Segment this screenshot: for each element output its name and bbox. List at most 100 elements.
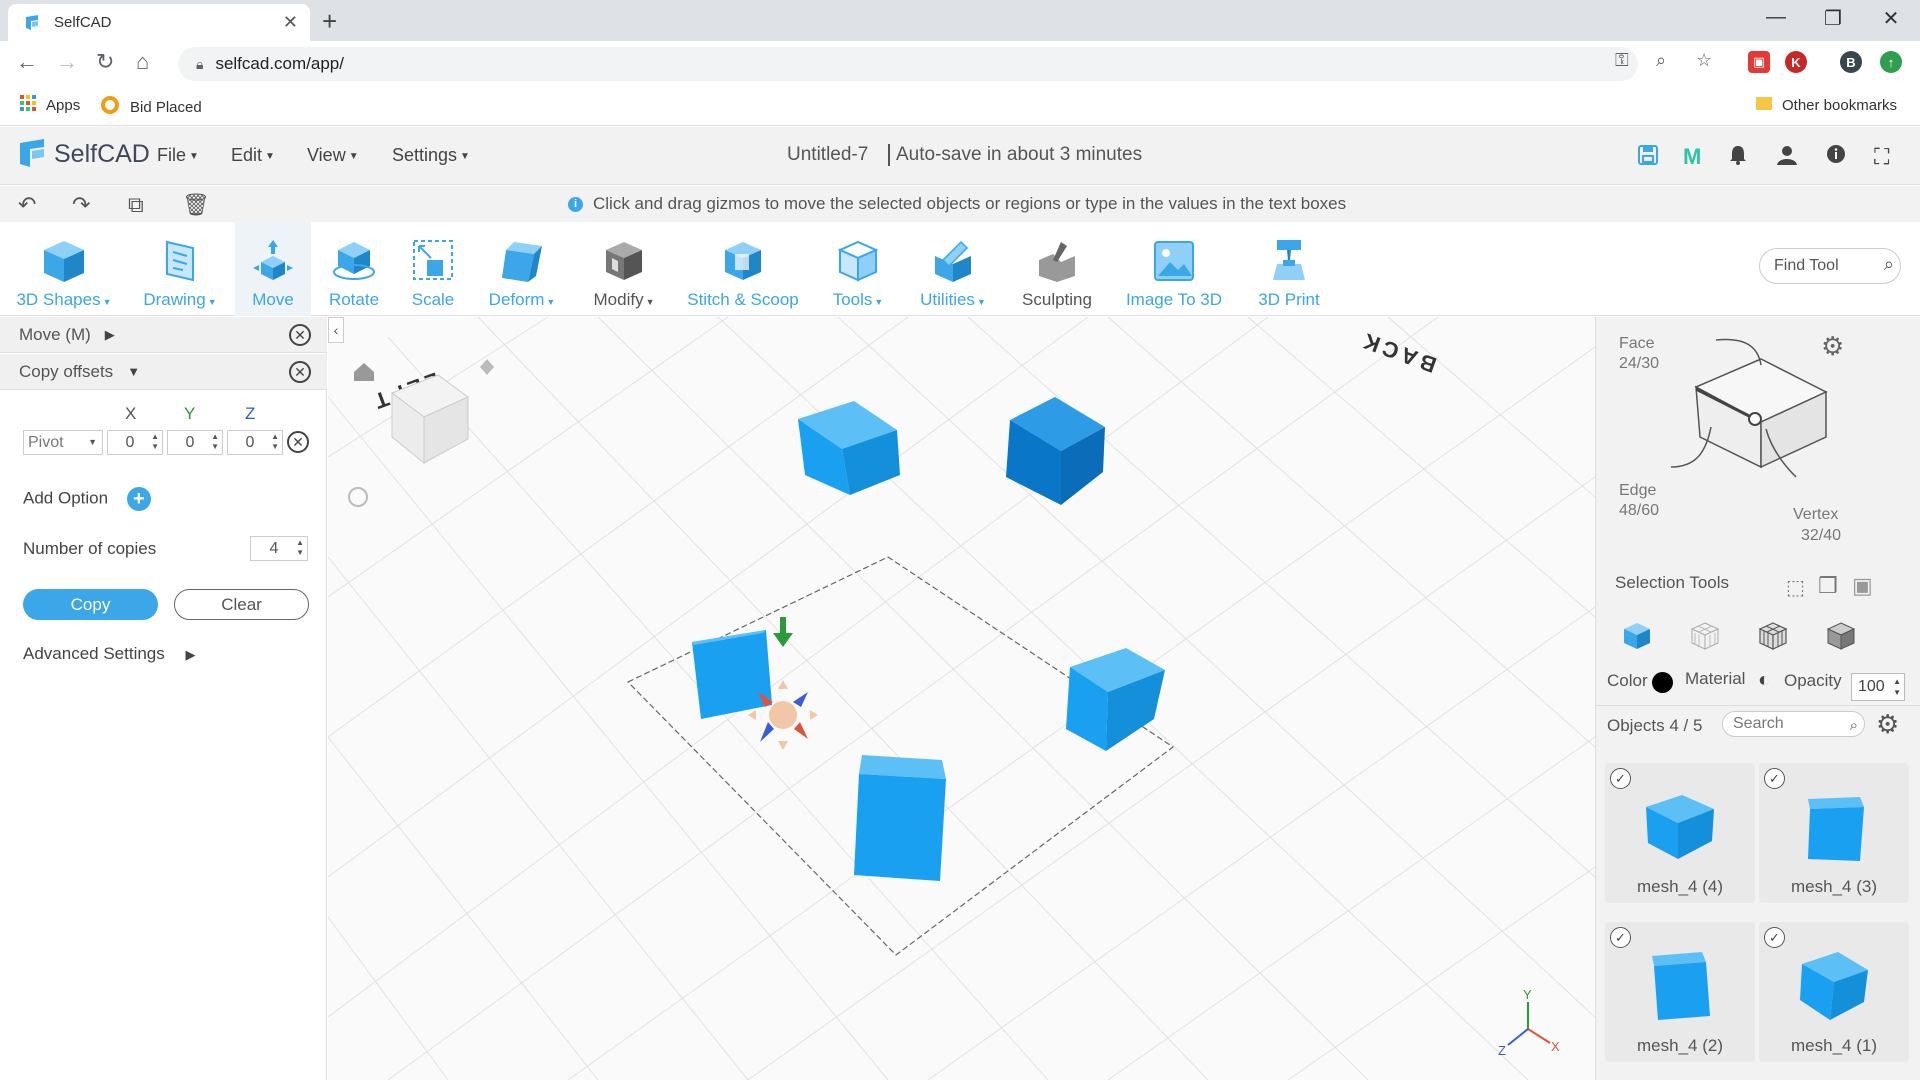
browser-tab[interactable]: SelfCAD ✕	[8, 4, 310, 41]
3d-viewport[interactable]: LEFT BACK	[328, 317, 1595, 1080]
add-option[interactable]: Add Option +	[23, 487, 151, 511]
search-icon[interactable]: ⌕	[1850, 714, 1858, 738]
face-mode-icon[interactable]	[1690, 621, 1720, 657]
home-view-icon[interactable]	[354, 363, 374, 381]
view-cube[interactable]	[390, 374, 469, 465]
vertex-mode-icon[interactable]	[1826, 621, 1856, 657]
selection-mode-diagram[interactable]	[1666, 337, 1866, 537]
url-field[interactable]: 🔒︎ selfcad.com/app/	[178, 47, 1638, 81]
selfcad-logo[interactable]: SelfCAD	[18, 137, 150, 171]
extension-icon[interactable]: ▣	[1748, 51, 1770, 73]
window-close-icon[interactable]: ✕	[1876, 6, 1906, 31]
object-card[interactable]: ✓ mesh_4 (2)	[1605, 922, 1755, 1062]
tool-tools[interactable]: Tools ▼	[825, 222, 891, 316]
cube-mesh-4-left[interactable]	[692, 630, 772, 719]
redo-icon[interactable]: ↷	[72, 192, 90, 218]
tool-rotate[interactable]: Rotate	[318, 222, 390, 316]
select-all-icon[interactable]: ▣	[1852, 573, 1873, 599]
tool-image-to-3d[interactable]: Image To 3D	[1118, 222, 1230, 316]
object-search-input[interactable]: Search ⌕	[1722, 711, 1865, 737]
bookmark-bid-placed[interactable]: Bid Placed	[100, 95, 202, 119]
color-swatch[interactable]	[1652, 672, 1673, 693]
extension-k-icon[interactable]: K	[1785, 51, 1807, 73]
checkbox-checked-icon[interactable]: ✓	[1764, 768, 1785, 789]
tool-deform[interactable]: Deform ▼	[478, 222, 566, 316]
x-offset-input[interactable]: 0 ▲ ▼	[107, 430, 163, 455]
bookmark-apps[interactable]: Apps	[20, 95, 80, 115]
move-panel-header[interactable]: Move (M) ▶ ✕	[0, 317, 327, 353]
collapse-panel-icon[interactable]: ‹	[328, 317, 344, 343]
key-icon[interactable]: ⚿	[1615, 50, 1629, 71]
tool-3d-print[interactable]: 3D Print	[1248, 222, 1330, 316]
opacity-input[interactable]: 100 ▲ ▼	[1851, 673, 1905, 701]
copy-offsets-header[interactable]: Copy offsets ▼ ✕	[0, 354, 327, 390]
close-copy-offsets-icon[interactable]: ✕	[289, 361, 311, 383]
home-icon[interactable]: ⌂	[136, 49, 149, 75]
save-icon[interactable]	[1637, 144, 1659, 172]
profile-avatar[interactable]: B	[1840, 51, 1862, 73]
edge-mode-icon[interactable]	[1758, 621, 1788, 657]
object-card[interactable]: ✓ mesh_4 (1)	[1759, 922, 1909, 1062]
bookmark-star-icon[interactable]: ☆	[1696, 50, 1712, 71]
back-icon[interactable]: ←	[16, 49, 38, 75]
tool-modify[interactable]: Modify ▼	[584, 222, 664, 316]
focus-icon[interactable]	[348, 487, 368, 507]
tool-drawing[interactable]: Drawing ▼	[140, 222, 220, 316]
new-tab-button[interactable]: +	[322, 6, 337, 37]
object-mode-icon[interactable]	[1622, 621, 1652, 657]
material-icon[interactable]: ◐	[1758, 669, 1770, 692]
info-icon[interactable]	[1826, 144, 1846, 170]
number-of-copies-input[interactable]: 4 ▲ ▼	[250, 536, 308, 561]
clear-button[interactable]: Clear	[174, 589, 309, 620]
myminifactory-icon[interactable]: M	[1683, 144, 1701, 170]
forward-icon[interactable]: →	[56, 49, 78, 75]
tool-sculpting[interactable]: Sculpting	[1016, 222, 1098, 316]
reload-icon[interactable]: ↻	[96, 49, 114, 75]
tool-stitch-scoop[interactable]: Stitch & Scoop	[680, 222, 806, 316]
orbit-icon[interactable]	[480, 359, 494, 375]
search-icon[interactable]: ⌕	[1884, 254, 1894, 275]
remove-offset-icon[interactable]: ✕	[287, 431, 309, 453]
object-card[interactable]: ✓ mesh_4 (3)	[1759, 763, 1909, 903]
tool-scale[interactable]: Scale	[400, 222, 466, 316]
box-select-icon[interactable]: ⬚	[1786, 575, 1805, 600]
fullscreen-icon[interactable]: ⛶	[1874, 144, 1889, 170]
z-offset-input[interactable]: 0 ▲ ▼	[227, 430, 283, 455]
scene-canvas[interactable]: LEFT BACK	[328, 317, 1595, 1080]
cube-mesh-4-right-back[interactable]	[1006, 397, 1105, 505]
zoom-icon[interactable]: ⌕	[1656, 50, 1666, 71]
minimize-icon[interactable]: —	[1761, 6, 1791, 29]
bookmark-other[interactable]: Other bookmarks	[1756, 95, 1897, 115]
update-icon[interactable]: ↑	[1880, 51, 1902, 73]
undo-icon[interactable]: ↶	[18, 192, 36, 218]
cube-mesh-4-front[interactable]	[854, 755, 946, 881]
copy-icon[interactable]: ⧉	[128, 192, 144, 218]
tool-move[interactable]: Move	[235, 222, 311, 316]
copy-button[interactable]: Copy	[23, 589, 158, 620]
checkbox-checked-icon[interactable]: ✓	[1610, 927, 1631, 948]
cube-mesh-4-right[interactable]	[1066, 648, 1165, 751]
user-icon[interactable]	[1776, 144, 1798, 172]
object-card[interactable]: ✓ mesh_4 (4)	[1605, 763, 1755, 903]
add-plus-icon[interactable]: +	[126, 487, 151, 511]
checkbox-checked-icon[interactable]: ✓	[1610, 768, 1631, 789]
notifications-bell-icon[interactable]	[1728, 144, 1748, 172]
tool-3d-shapes[interactable]: 3D Shapes ▼	[14, 222, 114, 316]
restore-icon[interactable]: ❐	[1818, 6, 1848, 31]
document-title[interactable]: Untitled-7	[787, 144, 868, 166]
tool-utilities[interactable]: Utilities ▼	[912, 222, 994, 316]
menu-settings[interactable]: Settings ▼	[392, 145, 470, 166]
delete-icon[interactable]: 🗑︎	[182, 192, 210, 218]
close-move-panel-icon[interactable]: ✕	[289, 324, 311, 346]
select-connected-icon[interactable]: ❒	[1818, 573, 1838, 599]
y-offset-input[interactable]: 0 ▲ ▼	[167, 430, 223, 455]
objects-settings-gear-icon[interactable]: ⚙	[1876, 709, 1899, 740]
menu-view[interactable]: View ▼	[307, 145, 359, 166]
advanced-settings[interactable]: Advanced Settings ▶	[23, 644, 196, 664]
checkbox-checked-icon[interactable]: ✓	[1764, 927, 1785, 948]
menu-file[interactable]: File ▼	[157, 145, 199, 166]
find-tool-input[interactable]: Find Tool ⌕	[1759, 248, 1901, 284]
pivot-select[interactable]: Pivot ▼	[23, 430, 103, 455]
menu-edit[interactable]: Edit ▼	[231, 145, 275, 166]
tab-close-icon[interactable]: ✕	[283, 12, 298, 33]
